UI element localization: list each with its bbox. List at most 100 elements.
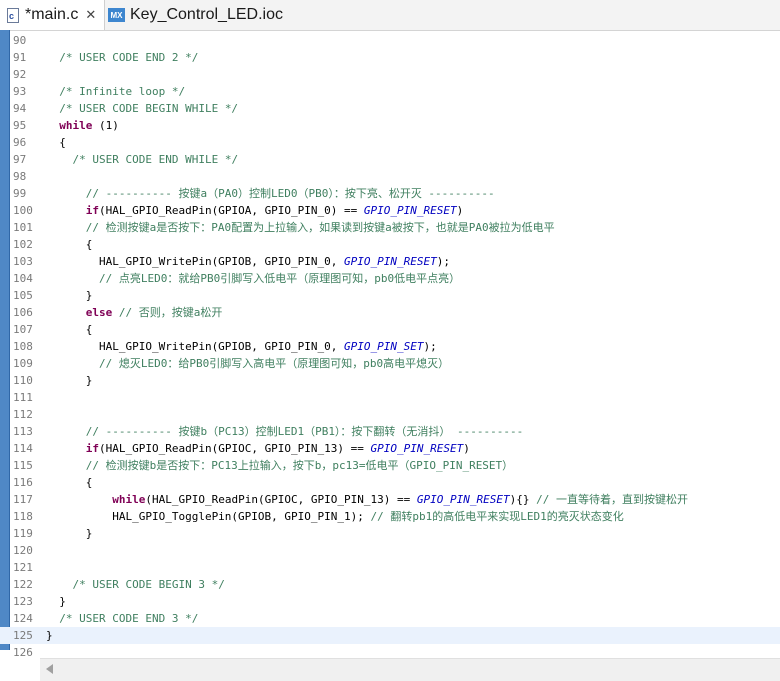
code-text: while(HAL_GPIO_ReadPin(GPIOC, GPIO_PIN_1… [46, 491, 688, 508]
code-line[interactable]: 106 else // 否则，按键a松开 [0, 304, 780, 321]
code-line[interactable]: 112 [0, 406, 780, 423]
code-token: { [46, 136, 66, 149]
mx-icon: MX [108, 8, 125, 22]
code-text: // ---------- 按键a（PA0）控制LED0（PB0）：按下亮、松开… [46, 185, 495, 202]
code-line[interactable]: 119 } [0, 525, 780, 542]
code-comment: /* USER CODE END 2 */ [59, 51, 199, 64]
code-line[interactable]: 97 /* USER CODE END WHILE */ [0, 151, 780, 168]
tab-ioc-file[interactable]: MX Key_Control_LED.ioc [106, 0, 296, 30]
code-macro: GPIO_PIN_RESET [344, 255, 437, 268]
code-line[interactable]: 121 [0, 559, 780, 576]
code-text: { [46, 134, 66, 151]
code-comment: // 否则，按键a松开 [118, 306, 223, 319]
line-number: 104 [13, 272, 33, 285]
code-line[interactable]: 93 /* Infinite loop */ [0, 83, 780, 100]
line-number: 94 [13, 102, 27, 115]
code-token: { [46, 323, 93, 336]
code-line[interactable]: 115 // 检测按键b是否按下：PC13上拉输入，按下b，pc13=低电平（G… [0, 457, 780, 474]
code-line[interactable]: 95 while (1) [0, 117, 780, 134]
code-line[interactable]: 124 /* USER CODE END 3 */ [0, 610, 780, 627]
line-number: 100 [13, 204, 33, 217]
code-line[interactable]: 117 while(HAL_GPIO_ReadPin(GPIOC, GPIO_P… [0, 491, 780, 508]
code-line[interactable]: 113 // ---------- 按键b（PC13）控制LED1（PB1）：按… [0, 423, 780, 440]
code-text: } [46, 593, 66, 610]
code-token: (HAL_GPIO_ReadPin(GPIOC, GPIO_PIN_13) == [145, 493, 417, 506]
code-line[interactable]: 96 { [0, 134, 780, 151]
code-token: } [46, 374, 93, 387]
code-token: ); [436, 255, 450, 268]
code-token: ) [456, 204, 464, 217]
line-number: 99 [13, 187, 27, 200]
code-text: { [46, 474, 93, 491]
code-text: /* USER CODE END 3 */ [46, 610, 198, 627]
code-keyword: while [59, 119, 93, 132]
code-text: /* Infinite loop */ [46, 83, 185, 100]
tab-main-c[interactable]: c *main.c ✕ [0, 0, 105, 30]
code-line[interactable]: 120 [0, 542, 780, 559]
code-text: // 检测按键a是否按下：PA0配置为上拉输入，如果读到按键a被按下，也就是PA… [46, 219, 555, 236]
line-number: 107 [13, 323, 33, 336]
code-line[interactable]: 107 { [0, 321, 780, 338]
line-number: 112 [13, 408, 33, 421]
code-line[interactable]: 98 [0, 168, 780, 185]
code-text: if(HAL_GPIO_ReadPin(GPIOA, GPIO_PIN_0) =… [46, 202, 464, 219]
code-line[interactable]: 123 } [0, 593, 780, 610]
code-token: ){} [509, 493, 537, 506]
code-token: HAL_GPIO_WritePin(GPIOB, GPIO_PIN_0, [46, 340, 345, 353]
code-line[interactable]: 110 } [0, 372, 780, 389]
code-text: } [46, 627, 53, 644]
code-line[interactable]: 126 [0, 644, 780, 658]
scroll-left-arrow-icon[interactable] [46, 664, 53, 674]
line-number: 92 [13, 68, 27, 81]
horizontal-scrollbar[interactable] [40, 658, 780, 681]
code-macro: GPIO_PIN_RESET [370, 442, 464, 455]
code-comment: // ---------- 按键a（PA0）控制LED0（PB0）：按下亮、松开… [85, 187, 495, 200]
code-line[interactable]: 90 [0, 32, 780, 49]
code-text: // 检测按键b是否按下：PC13上拉输入，按下b，pc13=低电平（GPIO_… [46, 457, 513, 474]
line-number: 116 [13, 476, 33, 489]
code-line[interactable]: 118 HAL_GPIO_TogglePin(GPIOB, GPIO_PIN_1… [0, 508, 780, 525]
code-line[interactable]: 114 if(HAL_GPIO_ReadPin(GPIOC, GPIO_PIN_… [0, 440, 780, 457]
code-line[interactable]: 105 } [0, 287, 780, 304]
code-line[interactable]: 108 HAL_GPIO_WritePin(GPIOB, GPIO_PIN_0,… [0, 338, 780, 355]
code-line[interactable]: 91 /* USER CODE END 2 */ [0, 49, 780, 66]
code-line[interactable]: 102 { [0, 236, 780, 253]
code-line[interactable]: 94 /* USER CODE BEGIN WHILE */ [0, 100, 780, 117]
code-text: /* USER CODE BEGIN WHILE */ [46, 100, 238, 117]
code-line[interactable]: 104 // 点亮LED0：就给PB0引脚写入低电平（原理图可知，pb0低电平点… [0, 270, 780, 287]
code-line[interactable]: 99 // ---------- 按键a（PA0）控制LED0（PB0）：按下亮… [0, 185, 780, 202]
code-macro: GPIO_PIN_RESET [416, 493, 510, 506]
code-line[interactable]: 125} [0, 627, 780, 644]
code-line[interactable]: 122 /* USER CODE BEGIN 3 */ [0, 576, 780, 593]
line-number: 114 [13, 442, 33, 455]
code-editor[interactable]: 90 91 /* USER CODE END 2 */ 92 93 /* Infini… [0, 30, 780, 658]
line-number: 102 [13, 238, 33, 251]
editor-tab-bar: c *main.c ✕ MX Key_Control_LED.ioc [0, 0, 780, 31]
code-line[interactable]: 92 [0, 66, 780, 83]
code-text: // 点亮LED0：就给PB0引脚写入低电平（原理图可知，pb0低电平点亮） [46, 270, 460, 287]
code-line[interactable]: 101 // 检测按键a是否按下：PA0配置为上拉输入，如果读到按键a被按下，也… [0, 219, 780, 236]
close-tab-icon[interactable]: ✕ [85, 8, 96, 23]
code-line[interactable]: 111 [0, 389, 780, 406]
line-number: 111 [13, 391, 33, 404]
line-number: 109 [13, 357, 33, 370]
code-comment: /* USER CODE BEGIN WHILE */ [59, 102, 239, 115]
line-number: 117 [13, 493, 33, 506]
code-line[interactable]: 109 // 熄灭LED0：给PB0引脚写入高电平（原理图可知，pb0高电平熄灭… [0, 355, 780, 372]
line-number: 90 [13, 34, 27, 47]
line-number: 108 [13, 340, 33, 353]
line-number: 95 [13, 119, 27, 132]
code-token: HAL_GPIO_TogglePin(GPIOB, GPIO_PIN_1); [46, 510, 371, 523]
code-comment: /* USER CODE END WHILE */ [72, 153, 239, 166]
code-line[interactable]: 103 HAL_GPIO_WritePin(GPIOB, GPIO_PIN_0,… [0, 253, 780, 270]
code-keyword: if [85, 204, 99, 217]
code-line[interactable]: 100 if(HAL_GPIO_ReadPin(GPIOA, GPIO_PIN_… [0, 202, 780, 219]
code-line[interactable]: 116 { [0, 474, 780, 491]
